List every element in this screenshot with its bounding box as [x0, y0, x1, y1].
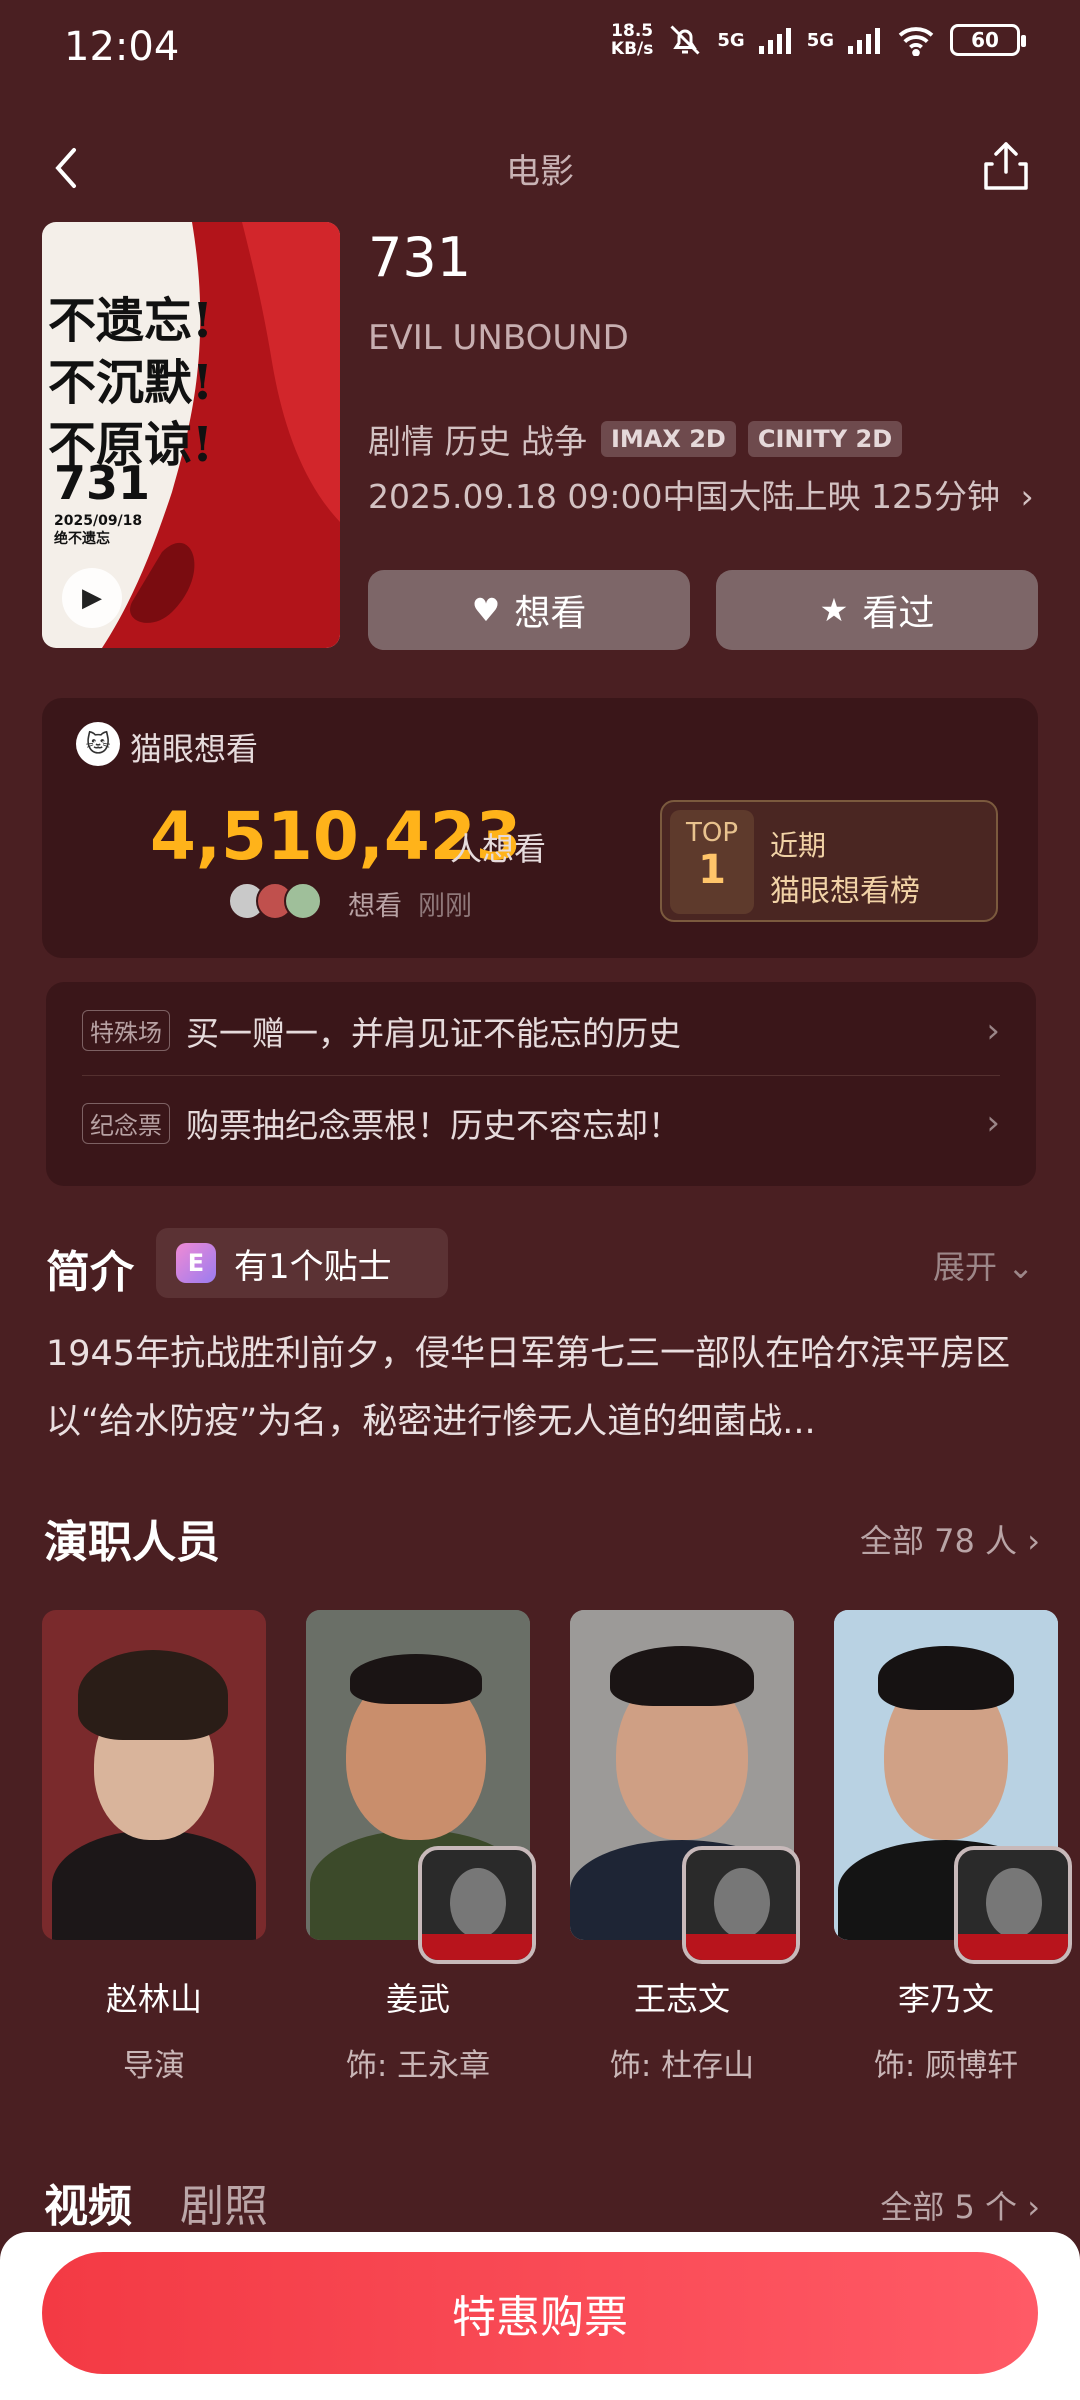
bottom-action-bar: 特惠购票	[0, 2232, 1080, 2400]
cast-all-link[interactable]: 全部 78 人 ›	[860, 1516, 1040, 1562]
promo-text: 买一赠一，并肩见证不能忘的历史	[186, 1013, 681, 1053]
tab-stills[interactable]: 剧照	[180, 2170, 268, 2234]
rank-period: 近期	[770, 829, 827, 862]
avatar	[284, 882, 322, 920]
signal-icon	[758, 28, 791, 54]
tips-button[interactable]: E 有1个贴士	[156, 1228, 448, 1298]
want-count-card: 🐱 猫眼想看 4,510,423 人想看 想看 刚刚 TOP 1 近期 猫眼想看…	[42, 698, 1038, 958]
wifi-icon	[898, 27, 934, 56]
movie-tags: 剧情 历史 战争 IMAX 2D CINITY 2D	[368, 415, 903, 463]
cast-name: 姜武	[385, 1980, 450, 2018]
watched-button[interactable]: ★ 看过	[716, 570, 1038, 650]
tip-icon: E	[176, 1243, 216, 1283]
battery-icon: 60	[950, 24, 1026, 56]
recent-avatars	[228, 882, 322, 920]
cast-name: 王志文	[633, 1980, 730, 2018]
promo-text: 购票抽纪念票根！历史不容忘却！	[186, 1106, 681, 1145]
want-sub-time: 刚刚	[418, 891, 472, 922]
want-to-watch-button[interactable]: ♥ 想看	[368, 570, 690, 650]
star-icon: ★	[819, 591, 849, 629]
rank-list-name: 猫眼想看榜	[770, 874, 920, 909]
media-all-link[interactable]: 全部 5 个 ›	[880, 2182, 1040, 2228]
character-thumbnail	[418, 1846, 536, 1964]
page-title: 电影	[506, 152, 574, 192]
intro-heading: 简介	[46, 1247, 134, 1298]
chevron-right-icon: ›	[986, 1103, 1000, 1143]
want-count-unit: 人想看	[450, 830, 547, 868]
heart-icon: ♥	[471, 591, 501, 629]
promo-item-souvenir-ticket[interactable]: 纪念票 购票抽纪念票根！历史不容忘却！ ›	[82, 1078, 1000, 1168]
promo-tag: 纪念票	[82, 1102, 170, 1144]
movie-poster[interactable]: 不遗忘! 不沉默! 不原谅! 731 2025/09/18 绝不遗忘 ▶	[42, 222, 340, 648]
cast-member[interactable]: 姜武 饰: 王永章	[306, 1610, 536, 2085]
cast-photo	[306, 1610, 536, 1964]
chevron-right-icon: ›	[1020, 477, 1034, 516]
tab-videos[interactable]: 视频	[44, 2170, 132, 2234]
cast-role: 饰: 顾博轩	[873, 2048, 1019, 2084]
share-icon[interactable]	[976, 136, 1036, 196]
cast-heading: 演职人员	[44, 1517, 220, 1568]
poster-number: 731	[54, 456, 151, 510]
cast-name: 李乃文	[897, 1980, 994, 2018]
character-thumbnail	[954, 1846, 1072, 1964]
status-time: 12:04	[64, 24, 180, 70]
poster-slogan: 不遗忘! 不沉默! 不原谅!	[48, 293, 214, 473]
cast-role: 饰: 杜存山	[609, 2048, 755, 2084]
movie-title: 731	[368, 226, 472, 289]
chevron-right-icon: ›	[986, 1010, 1000, 1051]
release-info[interactable]: 2025.09.18 09:00中国大陆上映 125分钟 ›	[368, 470, 1034, 518]
want-card-label: 猫眼想看	[130, 730, 259, 768]
poster-date: 2025/09/18 绝不遗忘	[54, 513, 143, 547]
cast-member[interactable]: 王志文 饰: 杜存山	[570, 1610, 800, 2085]
maoyan-logo-icon: 🐱	[76, 722, 120, 766]
cast-photo	[42, 1610, 266, 1940]
movie-genres: 剧情 历史 战争	[368, 422, 587, 461]
character-thumbnail	[682, 1846, 800, 1964]
cast-photo	[570, 1610, 800, 1964]
chevron-down-icon: ⌄	[1007, 1248, 1034, 1286]
cast-member[interactable]: 赵林山 导演	[42, 1610, 266, 2085]
cast-photo	[834, 1610, 1072, 1964]
movie-english-title: EVIL UNBOUND	[368, 318, 629, 358]
ranking-badge[interactable]: TOP 1 近期 猫眼想看榜	[660, 800, 998, 922]
want-sub-label: 想看	[348, 891, 402, 922]
promo-item-special-screening[interactable]: 特殊场 买一赠一，并肩见证不能忘的历史 ›	[82, 986, 1000, 1076]
intro-text: 1945年抗战胜利前夕，侵华日军第七三一部队在哈尔滨平房区以“给水防疫”为名，秘…	[46, 1334, 1011, 1442]
chevron-right-icon: ›	[1027, 2188, 1040, 2226]
chevron-right-icon: ›	[1027, 1522, 1040, 1560]
bell-off-icon	[670, 25, 700, 55]
cast-role: 饰: 王永章	[345, 2048, 491, 2084]
cast-name: 赵林山	[105, 1980, 202, 2018]
status-icons: 18.5 KB/s 5G 5G 60	[610, 21, 1026, 59]
signal-icon-2	[848, 28, 880, 54]
promo-card: 特殊场 买一赠一，并肩见证不能忘的历史 › 纪念票 购票抽纪念票根！历史不容忘却…	[46, 982, 1036, 1186]
buy-ticket-button[interactable]: 特惠购票	[42, 2252, 1038, 2374]
network-speed: 18.5 KB/s	[610, 21, 654, 59]
cast-member[interactable]: 李乃文 饰: 顾博轩	[834, 1610, 1072, 2085]
status-bar: 12:04 18.5 KB/s 5G 5G 60	[0, 0, 1080, 96]
play-icon[interactable]: ▶	[62, 568, 122, 628]
expand-button[interactable]: 展开 ⌄	[933, 1242, 1034, 1288]
network-label-2: 5G	[806, 29, 834, 51]
format-badge-imax: IMAX 2D	[600, 421, 736, 457]
network-label-1: 5G	[717, 29, 745, 51]
cast-role: 导演	[123, 2048, 185, 2084]
rank-box: TOP 1	[670, 810, 754, 914]
promo-tag: 特殊场	[82, 1010, 170, 1051]
top-nav: 电影	[0, 128, 1080, 208]
format-badge-cinity: CINITY 2D	[747, 421, 903, 457]
